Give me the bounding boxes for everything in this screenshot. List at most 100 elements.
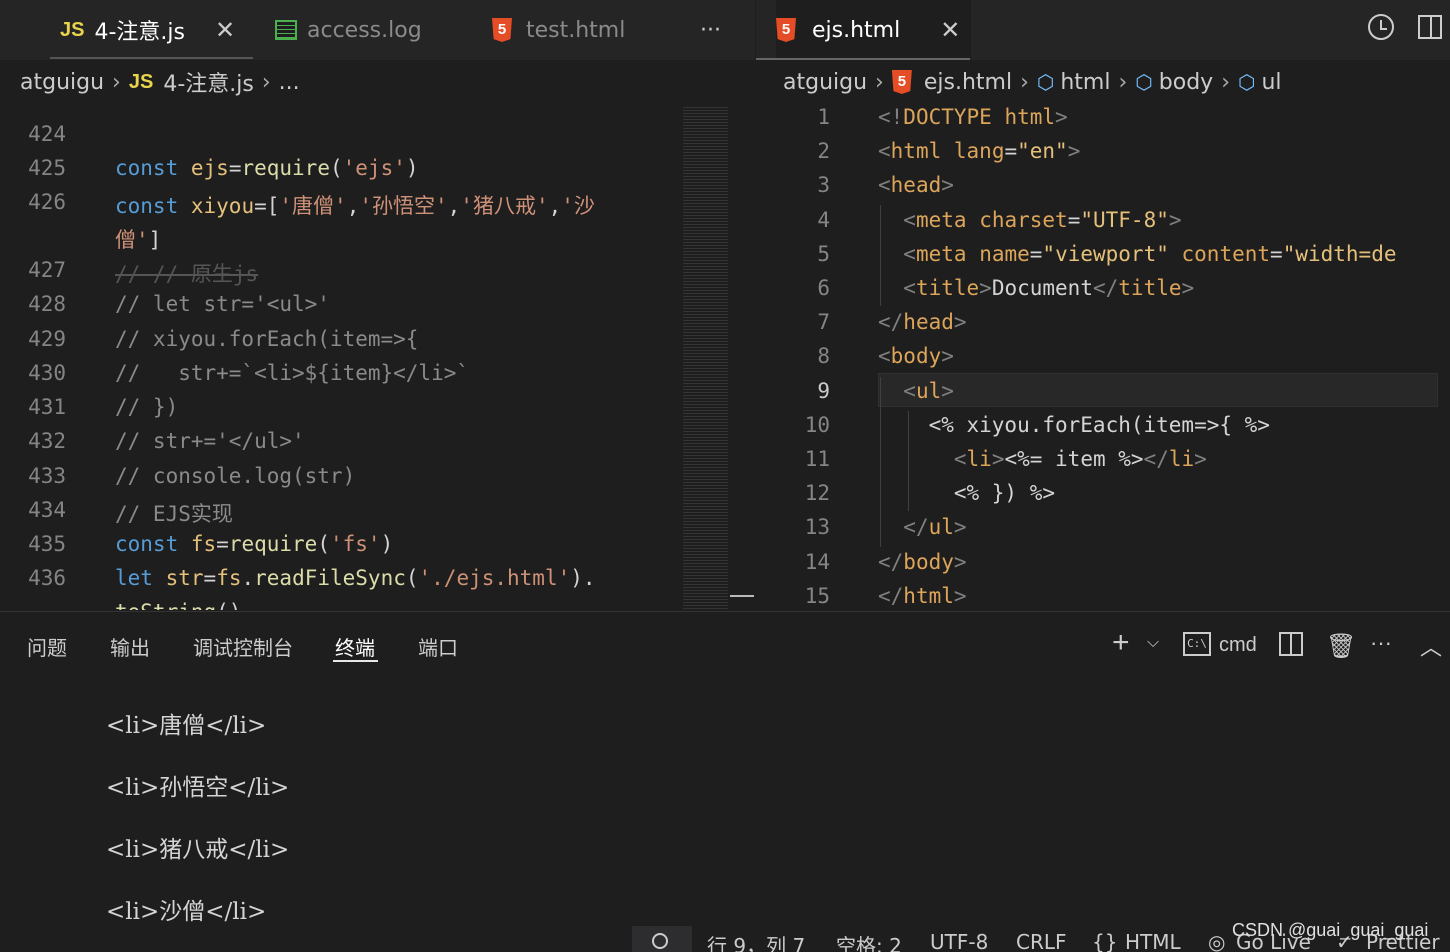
tab-access-log[interactable]: access.log xyxy=(275,0,422,60)
tab-ejs-html[interactable]: 5 ejs.html ✕ xyxy=(776,0,971,60)
code-line: toString() xyxy=(115,600,241,610)
js-icon: JS xyxy=(60,18,85,41)
tab-problems[interactable]: 问题 xyxy=(27,632,67,661)
chevron-right-icon: › xyxy=(875,69,884,95)
code-line: const ejs=require('ejs') xyxy=(115,156,419,180)
language-mode[interactable]: HTML xyxy=(1125,930,1181,952)
line-ending[interactable]: CRLF xyxy=(1016,930,1067,952)
code-line: <ul> xyxy=(903,379,954,403)
tab-test-html[interactable]: 5 test.html xyxy=(492,0,625,60)
code-line: // str+='</ul>' xyxy=(115,429,305,453)
active-tab-underline xyxy=(756,58,970,60)
encoding[interactable]: UTF-8 xyxy=(930,930,988,952)
tab-label: ejs.html xyxy=(812,17,901,43)
code-line: </ul> xyxy=(903,515,967,539)
indentation[interactable]: 空格: 2 xyxy=(836,930,902,952)
line-number: 8 xyxy=(817,344,830,368)
tab-ports[interactable]: 端口 xyxy=(418,632,458,661)
chevron-up-icon[interactable]: ︿ xyxy=(1420,630,1442,662)
left-editor[interactable]: 424 425 const ejs=require('ejs') 426 con… xyxy=(0,105,755,610)
line-number: 432 xyxy=(28,429,66,453)
breadcrumb-folder[interactable]: atguigu xyxy=(20,70,104,95)
breadcrumb-more[interactable]: ... xyxy=(279,70,300,95)
tab-label: 4-注意.js xyxy=(94,20,185,45)
code-line: // }) xyxy=(115,395,179,419)
timeline-icon[interactable] xyxy=(1368,14,1394,40)
code-line: 僧'] xyxy=(115,228,162,252)
terminal-name[interactable]: cmd xyxy=(1219,634,1257,657)
code-line: // xiyou.forEach(item=>{ xyxy=(115,327,419,351)
breadcrumb-file[interactable]: 4-注意.js xyxy=(163,66,254,98)
breadcrumb-html[interactable]: html xyxy=(1060,70,1110,95)
tab-label: access.log xyxy=(307,17,422,43)
split-editor-icon[interactable] xyxy=(1418,15,1442,39)
line-number: 12 xyxy=(804,481,830,505)
new-terminal-icon[interactable]: + xyxy=(1112,628,1130,658)
code-line: <li><%= item %></li> xyxy=(953,447,1207,471)
code-line: // let str='<ul>' xyxy=(115,292,330,316)
chevron-right-icon: › xyxy=(1118,69,1128,95)
breadcrumb-folder[interactable]: atguigu xyxy=(783,70,867,95)
line-number: 3 xyxy=(817,173,830,197)
more-tabs-icon[interactable]: ··· xyxy=(700,0,721,60)
line-number: 10 xyxy=(804,413,830,437)
tab-debug-console[interactable]: 调试控制台 xyxy=(193,632,293,661)
minimap[interactable] xyxy=(683,105,728,610)
cube-icon: ⬡ xyxy=(1135,70,1153,94)
breadcrumb-file[interactable]: ejs.html xyxy=(924,70,1012,95)
line-number: 9 xyxy=(817,379,830,403)
close-icon[interactable]: ✕ xyxy=(215,16,235,44)
active-panel-tab-underline xyxy=(333,660,378,662)
breadcrumb-body[interactable]: body xyxy=(1159,70,1213,95)
code-line: </head> xyxy=(878,310,967,334)
line-number: 427 xyxy=(28,258,66,282)
line-number: 5 xyxy=(817,242,830,266)
code-line: <meta name="viewport" content="width=de xyxy=(903,242,1397,266)
tab-output[interactable]: 输出 xyxy=(110,632,150,661)
chevron-right-icon: › xyxy=(261,69,271,95)
trash-icon[interactable]: 🗑 xyxy=(1326,632,1356,661)
terminal-output-line: <li>唐僧</li> xyxy=(106,713,267,739)
html5-icon: 5 xyxy=(891,70,912,94)
breadcrumb-ul[interactable]: ul xyxy=(1261,70,1281,95)
line-number: 426 xyxy=(28,190,66,214)
zoom-icon[interactable] xyxy=(632,926,692,952)
tab-4-zhuyi-js[interactable]: JS 4-注意.js ✕ xyxy=(60,0,255,60)
right-editor[interactable]: 1 <!DOCTYPE html> 2 <html lang="en"> 3 <… xyxy=(756,105,1450,610)
code-line: <head> xyxy=(878,173,954,197)
chevron-right-icon: › xyxy=(1020,69,1029,95)
panel-divider[interactable] xyxy=(0,611,1450,612)
chevron-down-icon[interactable]: ⌵ xyxy=(1147,634,1159,652)
indent-guide xyxy=(880,205,881,306)
split-terminal-icon[interactable] xyxy=(1279,632,1303,656)
terminal-output-line: <li>猪八戒</li> xyxy=(106,837,290,863)
code-line: <% }) %> xyxy=(878,481,1056,505)
cube-icon: ⬡ xyxy=(1036,70,1055,94)
minimap-slider[interactable] xyxy=(730,595,754,597)
code-line: </body> xyxy=(878,550,967,574)
line-number: 428 xyxy=(28,292,66,316)
code-line: <html lang="en"> xyxy=(878,139,1081,163)
html5-icon: 5 xyxy=(492,18,512,42)
line-number: 433 xyxy=(28,464,66,488)
left-tab-bar: JS 4-注意.js ✕ access.log 5 test.html ··· xyxy=(0,0,755,60)
chevron-right-icon: › xyxy=(1221,69,1230,95)
code-line: // EJS实现 xyxy=(115,502,233,526)
indent-guide xyxy=(908,411,909,511)
line-number: 435 xyxy=(28,532,66,556)
more-actions-icon[interactable]: ··· xyxy=(1370,630,1392,656)
terminal-cmd-icon: C:\ xyxy=(1183,632,1211,656)
close-icon[interactable]: ✕ xyxy=(940,16,960,44)
active-tab-underline xyxy=(50,57,253,59)
tab-terminal[interactable]: 终端 xyxy=(335,632,375,661)
cursor-position[interactable]: 行 9，列 7 xyxy=(707,930,805,952)
line-number: 6 xyxy=(817,276,830,300)
indent-guide xyxy=(880,377,881,547)
line-number: 431 xyxy=(28,395,66,419)
code-line: <meta charset="UTF-8"> xyxy=(903,208,1182,232)
right-tab-bar: 5 ejs.html ✕ xyxy=(756,0,1450,60)
line-number: 13 xyxy=(804,515,830,539)
line-number: 15 xyxy=(804,584,830,608)
cube-icon: ⬡ xyxy=(1238,70,1256,94)
watermark: CSDN @guai_guai_guai xyxy=(1232,920,1429,940)
